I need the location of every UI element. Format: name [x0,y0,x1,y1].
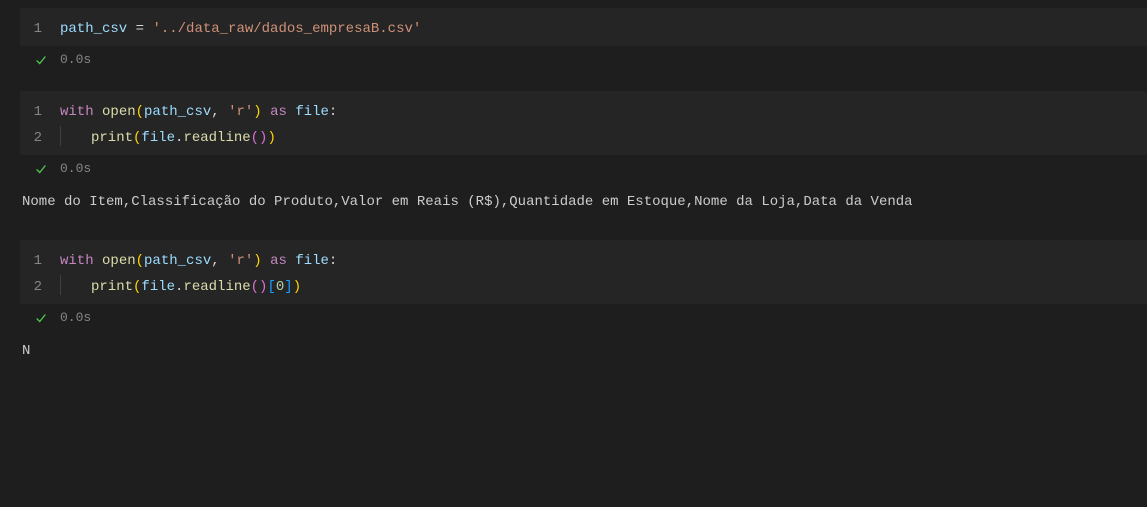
cell-output: N [0,331,1147,371]
code-cell: 1 with open(path_csv, 'r') as file: 2 pr… [0,91,1147,222]
success-check-icon [34,162,48,176]
code-line[interactable]: 2 print(file.readline()[0]) [20,274,1147,300]
code-cell: 1 path_csv = '../data_raw/dados_empresaB… [0,8,1147,73]
code-line[interactable]: 1 with open(path_csv, 'r') as file: [20,99,1147,125]
execution-time: 0.0s [60,310,91,325]
execution-time: 0.0s [60,52,91,67]
line-number: 1 [20,99,60,125]
code-content[interactable]: with open(path_csv, 'r') as file: [60,248,337,274]
execution-time: 0.0s [60,161,91,176]
cell-status: 0.0s [20,155,1147,182]
cell-status: 0.0s [20,304,1147,331]
cell-status: 0.0s [20,46,1147,73]
success-check-icon [34,53,48,67]
code-line[interactable]: 1 path_csv = '../data_raw/dados_empresaB… [20,16,1147,42]
code-content[interactable]: path_csv = '../data_raw/dados_empresaB.c… [60,16,421,42]
code-editor[interactable]: 1 path_csv = '../data_raw/dados_empresaB… [20,8,1147,46]
line-number: 2 [20,125,60,151]
code-line[interactable]: 2 print(file.readline()) [20,125,1147,151]
code-cell: 1 with open(path_csv, 'r') as file: 2 pr… [0,240,1147,371]
code-content[interactable]: print(file.readline()) [60,125,276,151]
code-editor[interactable]: 1 with open(path_csv, 'r') as file: 2 pr… [20,91,1147,155]
code-content[interactable]: print(file.readline()[0]) [60,274,301,300]
line-number: 2 [20,274,60,300]
code-editor[interactable]: 1 with open(path_csv, 'r') as file: 2 pr… [20,240,1147,304]
code-content[interactable]: with open(path_csv, 'r') as file: [60,99,337,125]
line-number: 1 [20,16,60,42]
cell-output: Nome do Item,Classificação do Produto,Va… [0,182,1147,222]
line-number: 1 [20,248,60,274]
code-line[interactable]: 1 with open(path_csv, 'r') as file: [20,248,1147,274]
success-check-icon [34,311,48,325]
